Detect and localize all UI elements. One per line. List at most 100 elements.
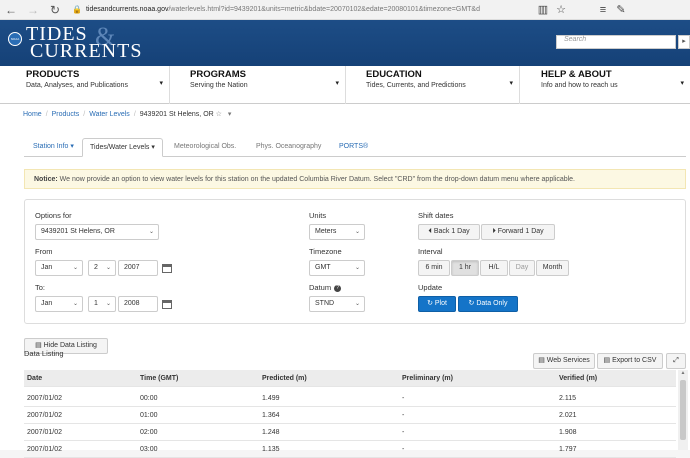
search-icon[interactable]: ▸	[678, 35, 690, 49]
from-month-select[interactable]: Jan ⌄	[35, 260, 83, 276]
from-year-input[interactable]: 2007	[118, 260, 158, 276]
to-month-value: Jan	[41, 300, 53, 307]
interval-6-min-button[interactable]: 6 min	[418, 260, 450, 276]
tab-meteorological-obs[interactable]: Meteorological Obs.	[167, 138, 243, 157]
reading-view-icon[interactable]: ▥	[534, 0, 552, 20]
cell-date: 2007/01/02	[27, 429, 63, 436]
datum-select[interactable]: STND ⌄	[309, 296, 365, 312]
notes-icon[interactable]: ✎	[612, 0, 630, 20]
favorite-star-icon[interactable]: ☆	[552, 0, 570, 20]
to-year-input[interactable]: 2008	[118, 296, 158, 312]
address-bar[interactable]: 🔒 tidesandcurrents.noaa.gov /waterlevels…	[72, 3, 530, 17]
info-icon[interactable]: ?	[334, 284, 342, 292]
interval-month-button[interactable]: Month	[536, 260, 569, 276]
to-month-select[interactable]: Jan ⌄	[35, 296, 83, 312]
breadcrumb-home[interactable]: Home	[23, 111, 42, 118]
from-month-value: Jan	[41, 264, 53, 271]
timezone-label: Timezone	[309, 247, 342, 256]
favorite-station-star-icon[interactable]: ☆	[216, 111, 222, 118]
forward-1-day-button[interactable]: ⏵ Forward 1 Day	[481, 224, 555, 240]
nav-education[interactable]: EDUCATION Tides, Currents, and Predictio…	[360, 66, 520, 104]
hub-icon[interactable]: ≡	[594, 0, 612, 20]
from-year-value: 2007	[124, 264, 140, 271]
table-scrollbar[interactable]: ▲	[678, 370, 688, 450]
cell-verified: 1.908	[559, 429, 577, 436]
datum-label-row: Datum?	[309, 283, 342, 292]
breadcrumb-separator: /	[45, 111, 48, 118]
nav-title: PRODUCTS	[26, 69, 80, 80]
station-tabs: Station Info ▾ Tides/Water Levels ▾ Mete…	[24, 138, 686, 157]
from-calendar-icon[interactable]	[162, 264, 172, 273]
chevron-down-icon: ⌄	[72, 265, 78, 271]
web-services-button[interactable]: ▤ Web Services	[533, 353, 595, 369]
units-label: Units	[309, 211, 327, 220]
breadcrumb-water-levels[interactable]: Water Levels	[89, 111, 130, 118]
chevron-down-icon: ⌄	[105, 265, 111, 271]
forward-icon[interactable]: →	[22, 0, 44, 20]
table-row: 2007/01/02 01:00 1.364 - 2.021	[24, 407, 676, 424]
column-header-preliminary[interactable]: Preliminary (m)	[402, 370, 453, 387]
timezone-value: GMT	[315, 264, 331, 271]
chevron-down-icon: ⌄	[105, 301, 111, 307]
cell-time: 01:00	[140, 412, 158, 419]
refresh-icon[interactable]: ↻	[44, 0, 66, 20]
station-select[interactable]: 9439201 St Helens, OR ⌄	[35, 224, 159, 240]
interval-day-button[interactable]: Day	[509, 260, 535, 276]
noaa-logo-icon[interactable]: NOAA	[8, 32, 22, 46]
column-header-verified[interactable]: Verified (m)	[559, 370, 597, 387]
table-row: 2007/01/02 02:00 1.248 - 1.908	[24, 424, 676, 441]
tab-station-info[interactable]: Station Info ▾	[26, 138, 81, 157]
nav-subtitle: Tides, Currents, and Predictions	[366, 82, 466, 89]
station-select-value: 9439201 St Helens, OR	[41, 228, 115, 235]
export-to-csv-button[interactable]: ▤ Export to CSV	[597, 353, 663, 369]
tab-tides-water-levels[interactable]: Tides/Water Levels ▾	[82, 138, 163, 157]
cell-verified: 2.021	[559, 412, 577, 419]
lock-icon: 🔒	[72, 5, 82, 14]
back-1-day-button[interactable]: ⏴ Back 1 Day	[418, 224, 480, 240]
logo-text-currents[interactable]: CURRENTS	[30, 40, 142, 63]
plot-button[interactable]: ↻ Plot	[418, 296, 456, 312]
nav-products[interactable]: PRODUCTS Data, Analyses, and Publication…	[20, 66, 170, 104]
expand-icon[interactable]: ⤢	[666, 353, 686, 369]
scrollbar-thumb[interactable]	[680, 380, 686, 440]
data-only-button[interactable]: ↻ Data Only	[458, 296, 518, 312]
breadcrumb-current-station: 9439201 St Helens, OR	[139, 111, 214, 118]
timezone-select[interactable]: GMT ⌄	[309, 260, 365, 276]
interval-1-hr-button[interactable]: 1 hr	[451, 260, 479, 276]
chevron-down-icon: ⌄	[354, 229, 360, 235]
nav-programs[interactable]: PROGRAMS Serving the Nation ▾	[184, 66, 346, 104]
interval-hl-button[interactable]: H/L	[480, 260, 508, 276]
nav-help-about[interactable]: HELP & ABOUT Info and how to reach us ▾	[535, 66, 690, 104]
scroll-up-arrow-icon[interactable]: ▲	[678, 370, 688, 378]
tab-ports[interactable]: PORTS®	[332, 138, 375, 157]
search-input[interactable]: Search	[556, 35, 676, 49]
cell-preliminary: -	[402, 412, 405, 419]
cell-predicted: 1.499	[262, 395, 280, 402]
station-dropdown-icon[interactable]: ▾	[228, 111, 232, 118]
to-day-value: 1	[94, 300, 98, 307]
site-header: NOAA TIDES & CURRENTS Search ▸	[0, 20, 690, 66]
table-row: 2007/01/02 00:00 1.499 - 2.115	[24, 390, 676, 407]
nav-subtitle: Data, Analyses, and Publications	[26, 82, 128, 89]
datum-notice: Notice: We now provide an option to view…	[24, 169, 686, 189]
tab-phys-oceanography[interactable]: Phys. Oceanography	[249, 138, 328, 157]
to-day-select[interactable]: 1 ⌄	[88, 296, 116, 312]
breadcrumb-products[interactable]: Products	[52, 111, 80, 118]
nav-title: PROGRAMS	[190, 69, 246, 80]
chevron-down-icon: ⌄	[72, 301, 78, 307]
column-header-time[interactable]: Time (GMT)	[140, 370, 178, 387]
units-select[interactable]: Meters ⌄	[309, 224, 365, 240]
notice-text: We now provide an option to view water l…	[57, 176, 575, 183]
data-listing-title: Data Listing	[24, 349, 64, 358]
cell-time: 02:00	[140, 429, 158, 436]
breadcrumb: Home / Products / Water Levels/9439201 St He…	[23, 110, 231, 118]
column-header-date[interactable]: Date	[27, 370, 42, 387]
cell-time: 00:00	[140, 395, 158, 402]
column-header-predicted[interactable]: Predicted (m)	[262, 370, 307, 387]
to-calendar-icon[interactable]	[162, 300, 172, 309]
options-for-label: Options for	[35, 211, 72, 220]
to-year-value: 2008	[124, 300, 140, 307]
to-label: To:	[35, 283, 46, 292]
from-day-select[interactable]: 2 ⌄	[88, 260, 116, 276]
back-icon[interactable]: ←	[0, 0, 22, 20]
